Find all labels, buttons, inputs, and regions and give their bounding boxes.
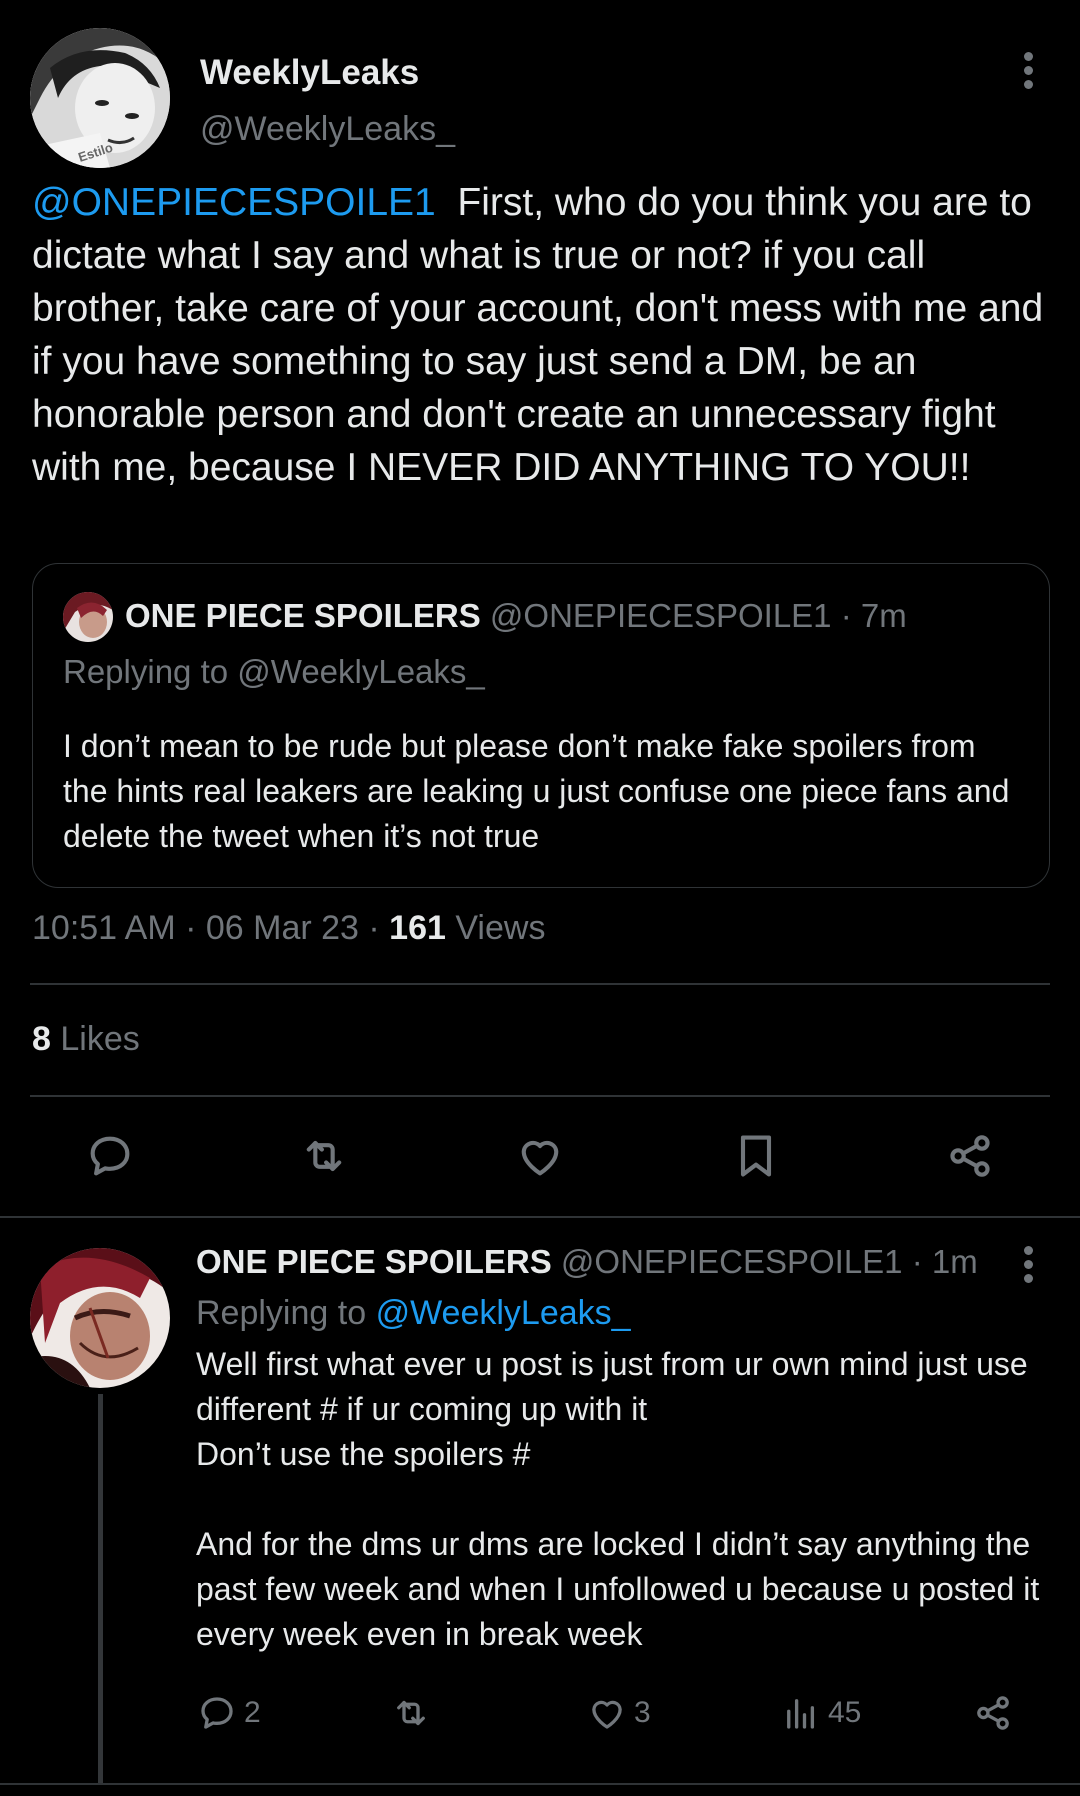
retweet-icon (397, 1700, 425, 1726)
heart-icon (592, 1700, 622, 1729)
quote-text: I don’t mean to be rude but please don’t… (63, 728, 1010, 854)
handle[interactable]: @WeeklyLeaks_ (200, 108, 455, 150)
reply-avatar-image (30, 1248, 170, 1388)
reply-button[interactable] (82, 1128, 138, 1184)
avatar-image: Estilo (30, 28, 170, 168)
bookmark-icon (740, 1135, 772, 1177)
reply-replying-to: Replying to @WeeklyLeaks_ (196, 1291, 631, 1335)
view-count: 45 (828, 1696, 862, 1729)
share-icon (977, 1696, 1009, 1730)
quote-display-name[interactable]: ONE PIECE SPOILERS (125, 597, 481, 634)
likes-line[interactable]: 8 Likes (32, 1017, 140, 1061)
reply-bubble-icon (90, 1136, 130, 1176)
replying-to-handle[interactable]: @WeeklyLeaks_ (376, 1294, 631, 1332)
more-options-icon[interactable] (1024, 1246, 1034, 1283)
timestamp: 10:51 AM · 06 Mar 23 · (32, 909, 390, 947)
likes-count: 8 (32, 1020, 51, 1058)
reply-meta: @ONEPIECESPOILE1 · 1m (560, 1243, 978, 1280)
quote-replying-to: Replying to @WeeklyLeaks_ (63, 653, 485, 690)
share-button[interactable] (942, 1128, 998, 1184)
likes-label: Likes (60, 1020, 140, 1058)
like-count: 3 (634, 1696, 651, 1729)
tweet-body: First, who do you think you are to dicta… (32, 181, 1044, 489)
bookmark-button[interactable] (728, 1128, 784, 1184)
bar-chart-icon (787, 1699, 815, 1729)
action-bar (0, 1128, 1080, 1184)
quote-header: ONE PIECE SPOILERS @ONEPIECESPOILE1 · 7m (125, 594, 907, 638)
divider (0, 1783, 1080, 1785)
quote-meta: @ONEPIECESPOILE1 · 7m (489, 597, 907, 634)
reply-count: 2 (244, 1696, 261, 1729)
reply-action-bar: 2 3 45 (0, 1688, 1080, 1738)
divider (30, 1095, 1050, 1097)
quoted-tweet[interactable]: ONE PIECE SPOILERS @ONEPIECESPOILE1 · 7m… (32, 563, 1050, 888)
reply-views-button[interactable]: 45 (780, 1688, 861, 1738)
like-button[interactable] (512, 1128, 568, 1184)
reply-display-name[interactable]: ONE PIECE SPOILERS (196, 1243, 552, 1280)
reply-tweet[interactable]: ONE PIECE SPOILERS @ONEPIECESPOILE1 · 1m… (0, 1218, 1080, 1796)
main-tweet: Estilo WeeklyLeaks @WeeklyLeaks_ @ONEPIE… (0, 0, 1080, 1218)
heart-icon (521, 1140, 559, 1176)
views-count[interactable]: 161 (389, 909, 446, 947)
more-options-icon[interactable] (1024, 52, 1034, 89)
retweet-button[interactable] (296, 1128, 352, 1184)
divider (30, 983, 1050, 985)
reply-share-button[interactable] (972, 1688, 1014, 1738)
avatar[interactable]: Estilo (30, 28, 170, 168)
share-icon (950, 1135, 990, 1177)
reply-bubble-icon (201, 1697, 233, 1729)
quote-avatar (63, 592, 113, 642)
views-label: Views (455, 909, 546, 947)
retweet-icon (306, 1140, 342, 1172)
reply-avatar[interactable] (30, 1248, 170, 1388)
reply-reply-button[interactable]: 2 (196, 1688, 261, 1738)
reply-like-button[interactable]: 3 (586, 1688, 651, 1738)
mention-link[interactable]: @ONEPIECESPOILE1 (32, 181, 436, 224)
display-name[interactable]: WeeklyLeaks (200, 52, 455, 94)
reply-text: Well first what ever u post is just from… (196, 1346, 1040, 1652)
reply-header: ONE PIECE SPOILERS @ONEPIECESPOILE1 · 1m (196, 1240, 978, 1284)
replying-to-prefix: Replying to (196, 1294, 367, 1332)
author-block: WeeklyLeaks @WeeklyLeaks_ (200, 52, 455, 150)
tweet-text: @ONEPIECESPOILE1 First, who do you think… (32, 176, 1052, 494)
timestamp-views: 10:51 AM · 06 Mar 23 · 161 Views (32, 906, 545, 950)
reply-retweet-button[interactable] (390, 1688, 432, 1738)
